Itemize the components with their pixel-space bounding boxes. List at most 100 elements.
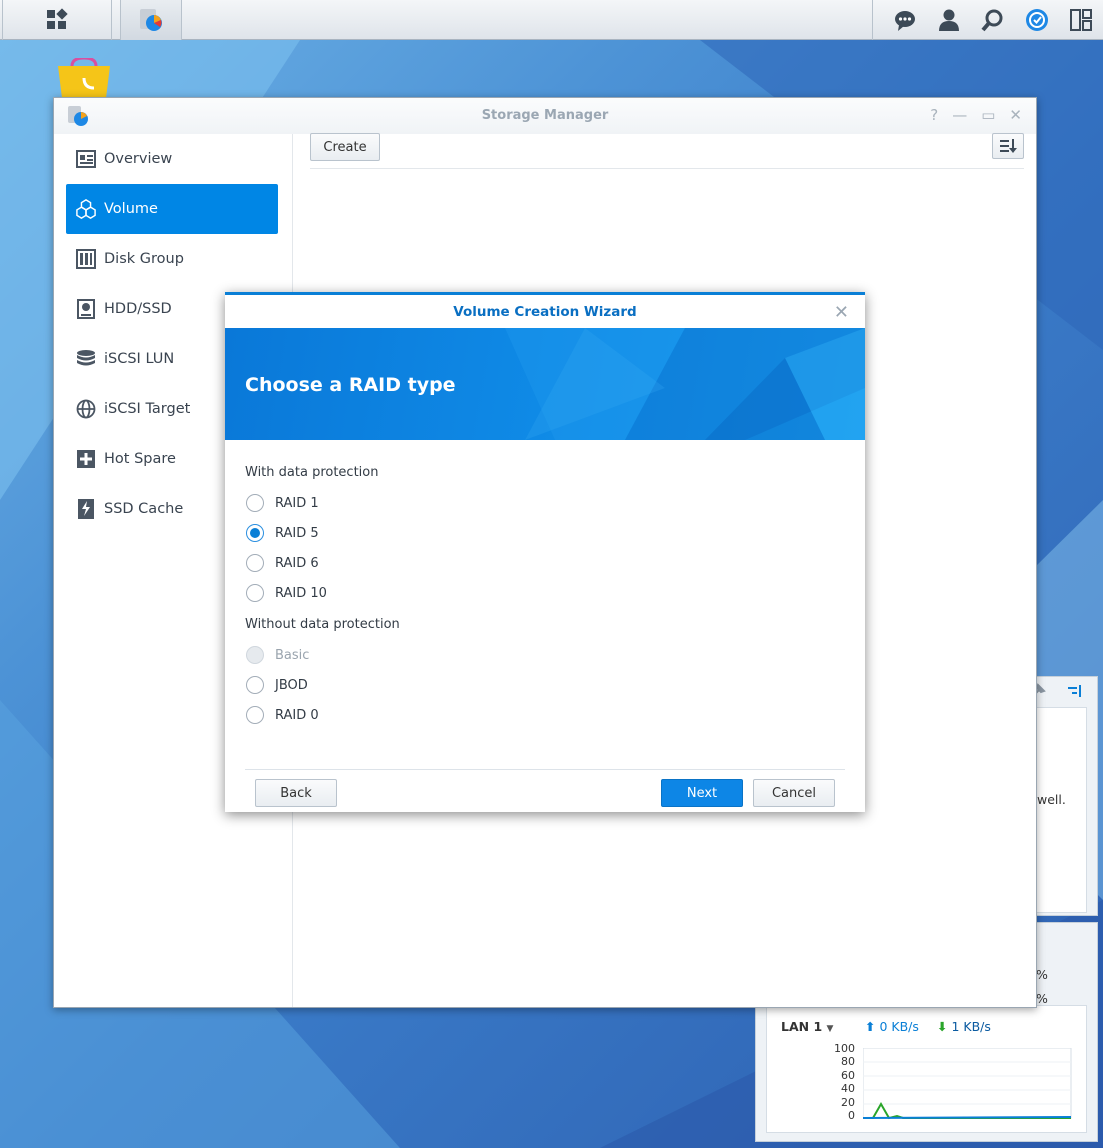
window-titlebar[interactable]: Storage Manager ? — ▭ ✕: [54, 98, 1036, 134]
radio-raid-1[interactable]: RAID 1: [246, 493, 319, 513]
chart-y-ticks: 100 80 60 40 20 0: [821, 1042, 855, 1122]
radio-label: RAID 1: [275, 495, 319, 511]
dialog-heading: Choose a RAID type: [245, 374, 456, 396]
radio-label: RAID 6: [275, 555, 319, 571]
radio-label: RAID 0: [275, 707, 319, 723]
ssd-cache-icon: [76, 499, 96, 519]
hdd-icon: [76, 299, 96, 319]
sidebar-item-label: iSCSI Target: [104, 401, 191, 417]
network-chart-card: LAN 1 ▼ ⬆ 0 KB/s ⬇ 1 KB/s 100 80 60 40 2…: [766, 1005, 1087, 1133]
download-value: 1 KB/s: [951, 1019, 991, 1034]
radio-raid-10[interactable]: RAID 10: [246, 583, 327, 603]
main-menu-icon: [47, 8, 68, 29]
shopping-bag-icon: [58, 56, 110, 98]
toolbar-divider: [310, 168, 1024, 169]
sidebar-item-volume[interactable]: Volume: [66, 184, 278, 234]
radio-raid-6[interactable]: RAID 6: [246, 553, 319, 573]
close-icon[interactable]: ✕: [1009, 106, 1022, 124]
radio-label: Basic: [275, 647, 310, 663]
radio-selected-dot: [250, 528, 260, 538]
lan-select[interactable]: LAN 1 ▼: [781, 1019, 833, 1034]
taskbar: [0, 0, 1103, 40]
lan-label: LAN 1: [781, 1019, 823, 1034]
taskbar-separator: [872, 0, 873, 40]
next-button[interactable]: Next: [661, 779, 743, 807]
sidebar-item-label: Hot Spare: [104, 451, 176, 467]
widget-partial-text: well.: [1037, 792, 1066, 807]
sidebar-item-label: SSD Cache: [104, 501, 184, 517]
section-without-protection: Without data protection: [245, 617, 400, 632]
network-chart: [863, 1048, 1072, 1120]
user-icon: [939, 9, 959, 31]
footer-divider: [245, 769, 845, 770]
radio-jbod[interactable]: JBOD: [246, 675, 308, 695]
sidebar-item-label: Overview: [104, 151, 173, 167]
widget-collapse-icon[interactable]: [1066, 683, 1082, 699]
sort-icon: [1000, 139, 1017, 153]
radio-button[interactable]: [246, 524, 264, 542]
volume-creation-wizard-dialog: Volume Creation Wizard ✕ Choose a RAID t…: [225, 292, 865, 812]
dsm-icon: [1026, 9, 1048, 31]
back-button[interactable]: Back: [255, 779, 337, 807]
cancel-button[interactable]: Cancel: [753, 779, 835, 807]
dialog-title[interactable]: Volume Creation Wizard: [225, 295, 865, 328]
y-tick: 80: [841, 1055, 855, 1069]
sidebar-item-label: HDD/SSD: [104, 301, 172, 317]
maximize-icon[interactable]: ▭: [981, 106, 995, 124]
y-tick: 40: [841, 1082, 855, 1096]
sidebar-item-overview[interactable]: Overview: [66, 134, 278, 184]
upload-arrow-icon: ⬆: [865, 1019, 876, 1034]
percent-text-2: %: [1036, 991, 1048, 1006]
taskbar-storage-manager[interactable]: [120, 0, 182, 40]
minimize-icon[interactable]: —: [952, 106, 967, 124]
y-tick: 100: [834, 1042, 855, 1055]
search-icon: [981, 9, 1003, 32]
dialog-banner: Choose a RAID type: [225, 328, 865, 440]
desktop-package-center-icon[interactable]: [54, 56, 114, 98]
create-button[interactable]: Create: [310, 133, 380, 161]
chevron-down-icon: ▼: [826, 1024, 834, 1034]
help-icon[interactable]: ?: [930, 106, 938, 124]
user-button[interactable]: [927, 0, 971, 40]
download-rate: ⬇ 1 KB/s: [937, 1019, 991, 1034]
y-tick: 20: [841, 1095, 855, 1109]
sidebar-item-disk-group[interactable]: Disk Group: [66, 234, 278, 284]
radio-button[interactable]: [246, 554, 264, 572]
search-button[interactable]: [971, 0, 1015, 40]
upload-rate: ⬆ 0 KB/s: [865, 1019, 919, 1034]
chat-icon: [895, 11, 915, 31]
radio-button[interactable]: [246, 706, 264, 724]
volume-icon: [76, 199, 96, 219]
radio-raid-0[interactable]: RAID 0: [246, 705, 319, 725]
radio-label: JBOD: [275, 677, 308, 693]
section-with-protection: With data protection: [245, 465, 379, 480]
y-tick: 0: [848, 1109, 855, 1123]
download-arrow-icon: ⬇: [937, 1019, 948, 1034]
radio-raid-5[interactable]: RAID 5: [246, 523, 319, 543]
upload-value: 0 KB/s: [879, 1019, 919, 1034]
radio-label: RAID 10: [275, 585, 327, 601]
close-icon[interactable]: ✕: [834, 302, 849, 323]
window-title: Storage Manager: [481, 108, 609, 123]
chat-button[interactable]: [883, 0, 927, 40]
overview-icon: [76, 149, 96, 169]
disk-group-icon: [76, 249, 96, 269]
radio-label: RAID 5: [275, 525, 319, 541]
dsm-button[interactable]: [1015, 0, 1059, 40]
radio-button[interactable]: [246, 676, 264, 694]
widgets-button[interactable]: [1059, 0, 1103, 40]
radio-button[interactable]: [246, 584, 264, 602]
sidebar-item-label: Volume: [104, 201, 158, 217]
y-tick: 60: [841, 1068, 855, 1082]
radio-button[interactable]: [246, 494, 264, 512]
widgets-icon: [1070, 9, 1092, 31]
sidebar-item-label: Disk Group: [104, 251, 184, 267]
percent-text-1: %: [1036, 967, 1048, 982]
sort-button[interactable]: [992, 133, 1024, 159]
iscsi-lun-icon: [76, 349, 96, 369]
iscsi-target-icon: [76, 399, 96, 419]
window-controls: ? — ▭ ✕: [930, 106, 1022, 124]
radio-basic: Basic: [246, 645, 309, 665]
upload-series: [863, 1116, 1072, 1119]
main-menu-button[interactable]: [2, 0, 112, 40]
